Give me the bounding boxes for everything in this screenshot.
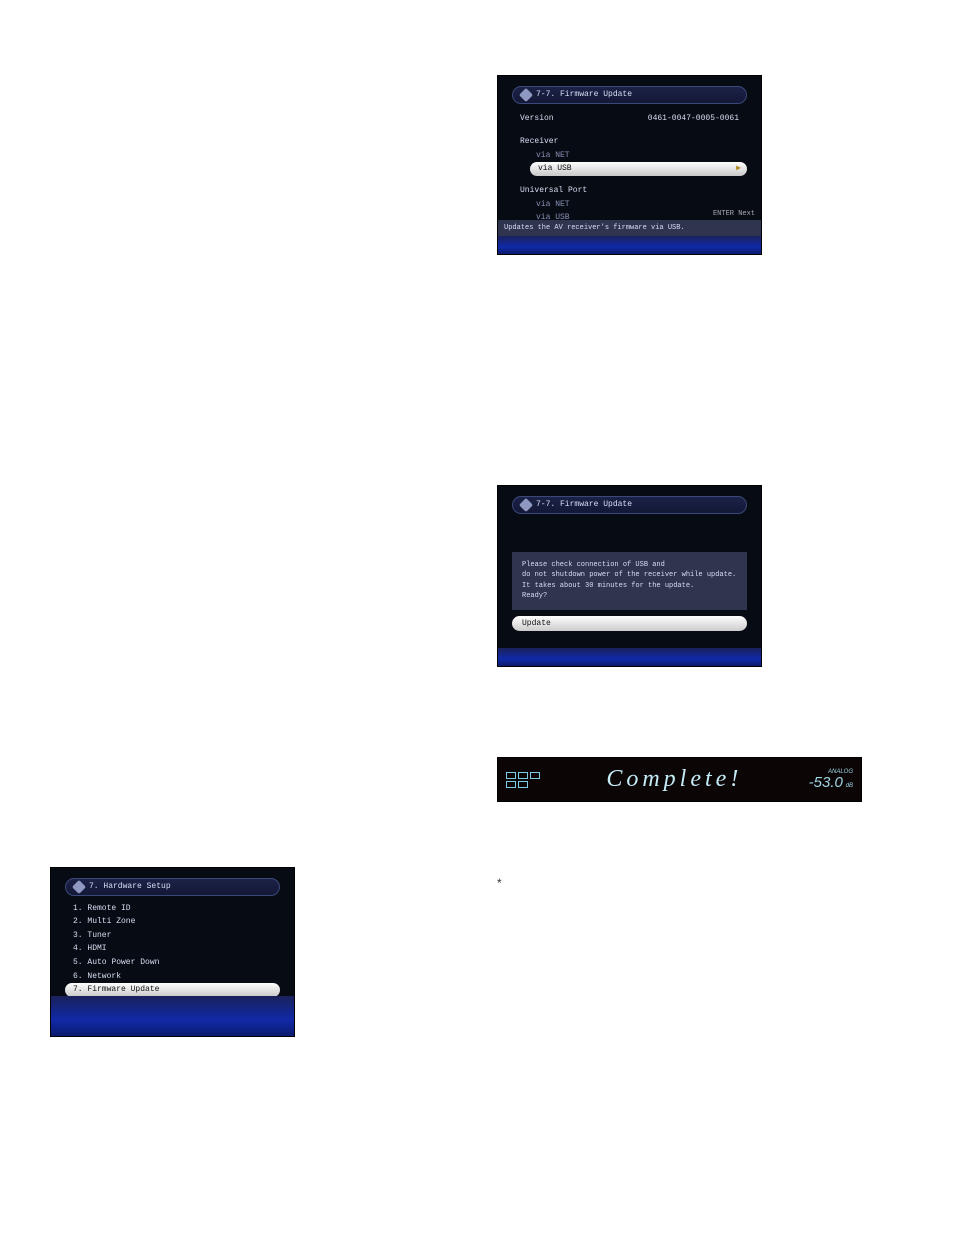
hardware-setup-item[interactable]: 1. Remote ID (65, 902, 280, 916)
panel2-message: Please check connection of USB and do no… (512, 552, 747, 610)
diamond-icon (519, 498, 533, 512)
osd-panel-hardware-setup: 7. Hardware Setup 1. Remote ID2. Multi Z… (50, 867, 295, 1037)
panel1-title: 7-7. Firmware Update (536, 89, 632, 101)
receiver-via-usb-label: via USB (538, 164, 572, 173)
panel1-hint: Updates the AV receiver's firmware via U… (498, 220, 761, 236)
fpd-volume-value: -53.0 (809, 774, 843, 791)
update-button-label: Update (522, 619, 551, 628)
panel3-menu-list: 1. Remote ID2. Multi Zone3. Tuner4. HDMI… (65, 902, 280, 997)
hardware-setup-item[interactable]: 5. Auto Power Down (65, 956, 280, 970)
panel2-msg-line4: Ready? (522, 591, 737, 602)
hardware-setup-item[interactable]: 4. HDMI (65, 942, 280, 956)
panel2-title: 7-7. Firmware Update (536, 499, 632, 511)
front-panel-display: Complete! ANALOG -53.0 dB (497, 757, 862, 802)
fpd-main-text: Complete! (606, 762, 742, 797)
version-value: 0461-0047-0005-0061 (648, 113, 739, 125)
hardware-setup-item[interactable]: 3. Tuner (65, 929, 280, 943)
fpd-indicator-icons (506, 772, 540, 788)
arrow-right-icon: ▶ (736, 163, 741, 175)
diamond-icon (72, 880, 86, 894)
fpd-db: dB (846, 783, 853, 789)
receiver-via-usb-selected[interactable]: via USB ▶ (530, 162, 747, 176)
panel2-msg-line3: It takes about 30 minutes for the update… (522, 581, 737, 592)
update-button[interactable]: Update (512, 616, 747, 632)
panel1-title-bar: 7-7. Firmware Update (512, 86, 747, 104)
receiver-group: Receiver (512, 135, 747, 149)
fpd-volume: ANALOG -53.0 dB (809, 769, 853, 790)
version-label: Version (520, 114, 554, 123)
text-placeholder: . (50, 40, 457, 56)
osd-panel-update-confirm: 7-7. Firmware Update Please check connec… (497, 485, 762, 667)
hardware-setup-item[interactable]: 6. Network (65, 970, 280, 984)
panel1-hint-right: ENTER Next (498, 209, 761, 220)
panel3-title-bar: 7. Hardware Setup (65, 878, 280, 896)
osd-panel-firmware-update: 7-7. Firmware Update Version 0461-0047-0… (497, 75, 762, 255)
panel2-msg-line1: Please check connection of USB and (522, 560, 737, 571)
hardware-setup-item[interactable]: 2. Multi Zone (65, 915, 280, 929)
panel2-title-bar: 7-7. Firmware Update (512, 496, 747, 514)
diamond-icon (519, 88, 533, 102)
hardware-setup-item[interactable]: 7. Firmware Update (65, 983, 280, 997)
panel2-msg-line2: do not shutdown power of the receiver wh… (522, 570, 737, 581)
receiver-via-net[interactable]: via NET (512, 149, 747, 163)
panel3-title: 7. Hardware Setup (89, 881, 171, 893)
version-row: Version 0461-0047-0005-0061 (512, 112, 747, 126)
asterisk-note: * (497, 875, 904, 892)
universalport-group: Universal Port (512, 184, 747, 198)
